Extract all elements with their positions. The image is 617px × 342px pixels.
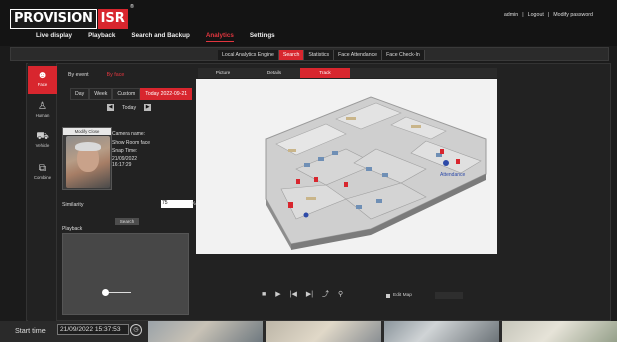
search-mode-row: By event By face [68,72,124,78]
camera-thumbnail[interactable] [502,321,617,342]
date-range-tabs: Day Week Custom Today 2022-09-21 [70,88,193,100]
track-map-viewer[interactable]: Attendance [196,79,497,254]
map-label-attendance: Attendance [440,172,466,178]
camera-thumbnail[interactable] [148,321,263,342]
edit-map-checkbox[interactable] [386,293,390,298]
nav-search-backup[interactable]: Search and Backup [131,32,189,42]
start-time-input[interactable]: 21/09/2022 15:37:53 [57,324,129,335]
tab-local-analytics-engine[interactable]: Local Analytics Engine [218,50,279,60]
analytics-subtabs: Local Analytics Engine Search Statistics… [218,50,425,60]
route-icon[interactable]: ⤴ [322,289,329,299]
sidebar-item-label: Face [37,82,48,87]
vehicle-icon: ⛟ [36,131,49,142]
track-controls: ■ ▶ |◀ ▶| ⤴ ⚲ [262,289,343,299]
nav-analytics[interactable]: Analytics [205,32,234,42]
snap-time-label: Snap Time: [112,148,138,154]
nav-live-display[interactable]: Live display [36,32,72,42]
similarity-row: Similarity 75 % [62,200,196,208]
tab-week[interactable]: Week [89,88,113,100]
play-icon[interactable]: ▶ [275,290,280,298]
camera-thumbnails [148,321,617,342]
tab-day[interactable]: Day [70,88,90,100]
logout-link[interactable]: Logout [528,12,544,18]
face-result-card[interactable]: Modify Close [62,127,112,190]
tab-face-check-in[interactable]: Face Check-In [382,50,425,60]
separator: | [547,12,550,18]
slider-thumb[interactable] [102,289,109,296]
camera-name: Show Room face [112,139,151,146]
prev-icon[interactable]: |◀ [290,290,297,298]
camera-thumbnail[interactable] [266,321,381,342]
day-label: Today [122,104,137,111]
sidebar-item-human[interactable]: ♙ Human [28,97,57,125]
separator: | [522,12,524,18]
similarity-unit: % [191,201,196,207]
tab-today[interactable]: Today 2022-09-21 [140,88,193,100]
search-button[interactable]: Search [115,218,139,225]
next-icon[interactable]: ▶| [306,290,313,298]
by-face-option[interactable]: By face [107,72,125,78]
card-caption[interactable]: Modify Close [63,128,111,135]
logo-word: PROVISION [10,9,97,29]
detail-tabs: Picture Details Track [198,68,497,78]
camera-thumbnail[interactable] [384,321,499,342]
sidebar-item-label: Vehicle [35,143,50,148]
similarity-input[interactable]: 75 [161,200,193,208]
tab-track[interactable]: Track [300,68,350,78]
result-info: Camera name: Show Room face Snap Time: 2… [112,130,150,168]
face-snapshot [66,136,110,188]
search-type-sidebar: ☻ Face ♙ Human ⛟ Vehicle ⧉ Combine [28,63,57,321]
playback-slider[interactable] [102,289,131,296]
stop-icon[interactable]: ■ [262,291,266,298]
sidebar-item-label: Human [35,113,50,118]
modify-password-link[interactable]: Modify password [553,12,593,18]
user-name: admin [503,12,519,18]
nav-settings[interactable]: Settings [250,32,275,42]
day-navigator: ◀ Today ▶ [107,104,152,111]
tab-picture[interactable]: Picture [198,68,248,78]
sidebar-item-combine[interactable]: ⧉ Combine [28,159,57,187]
tab-statistics[interactable]: Statistics [304,50,335,60]
sidebar-item-vehicle[interactable]: ⛟ Vehicle [28,127,57,155]
search-panel: By event By face Day Week Custom Today 2… [58,63,196,321]
tab-search[interactable]: Search [278,50,305,60]
playback-area [62,233,189,315]
floor-plan-map: Attendance [196,79,497,254]
prev-day-icon[interactable]: ◀ [107,104,114,111]
tab-face-attendance[interactable]: Face Attendance [334,50,383,60]
nav-playback[interactable]: Playback [88,32,115,42]
main-nav: Live display Playback Search and Backup … [36,32,275,42]
header: PROVISION ISR ® Live display Playback Se… [0,0,617,46]
sidebar-item-label: Combine [33,175,52,180]
brand-logo: PROVISION ISR ® [10,4,134,30]
logo-badge: ISR [97,9,128,29]
human-icon: ♙ [38,101,47,112]
zoom-icon[interactable]: ⚲ [338,290,343,298]
logo-registered: ® [130,4,134,10]
start-time-label: Start time [15,326,46,335]
tab-custom[interactable]: Custom [112,88,141,100]
tab-details[interactable]: Details [249,68,299,78]
by-event-option[interactable]: By event [68,72,89,78]
sidebar-item-face[interactable]: ☻ Face [28,66,57,94]
snap-time: 16:17:29 [112,161,132,168]
map-action-button[interactable] [434,292,463,299]
face-icon: ☻ [37,70,48,81]
clock-icon[interactable]: ◷ [130,324,142,336]
user-links: admin | Logout | Modify password [504,12,593,18]
edit-map-label: Edit Map [393,293,412,298]
bottom-bar: Start time 21/09/2022 15:37:53 ◷ [0,321,617,342]
combine-icon: ⧉ [38,163,47,174]
edit-map-control[interactable]: Edit Map [386,292,463,299]
camera-name-label: Camera name: [112,131,146,137]
playback-label: Playback [62,226,83,232]
similarity-label: Similarity [62,202,84,208]
next-day-icon[interactable]: ▶ [144,104,152,111]
